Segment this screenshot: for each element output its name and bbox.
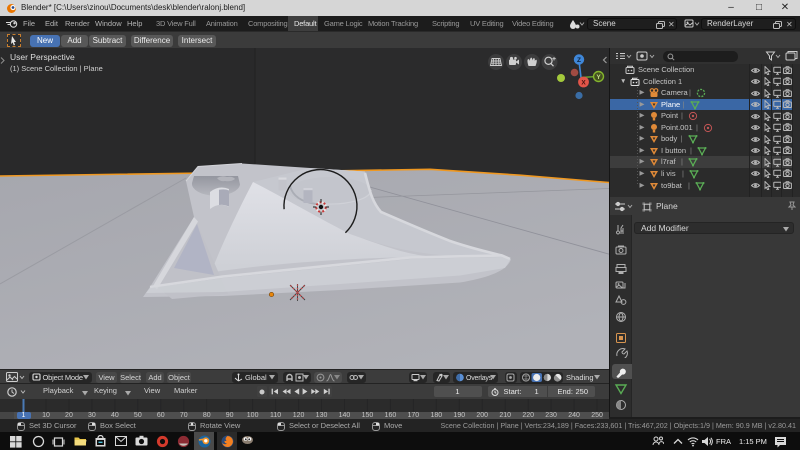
svg-text:Z: Z [577, 57, 581, 64]
svg-text:X: X [581, 80, 586, 87]
svg-text:Y: Y [596, 74, 601, 81]
